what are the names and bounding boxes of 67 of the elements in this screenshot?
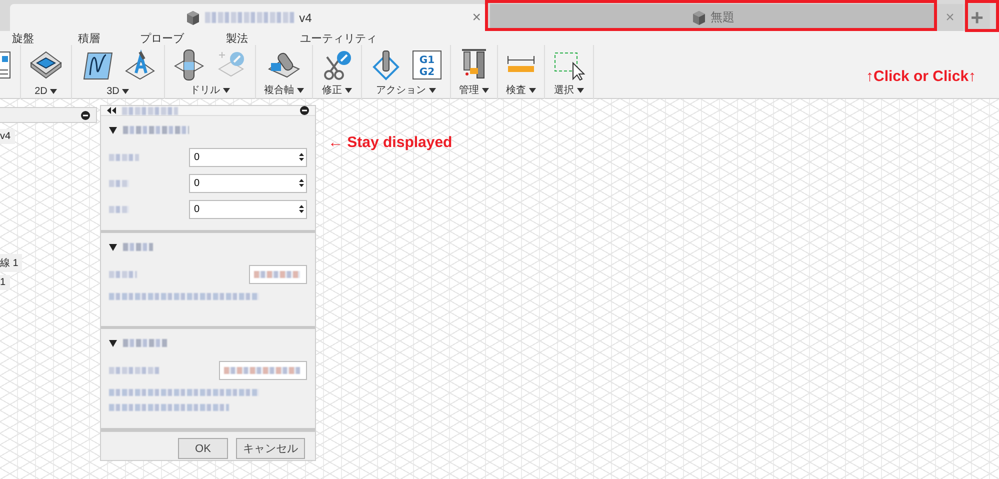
menu-tab[interactable]: 旋盤 (12, 30, 34, 46)
group-label[interactable]: 検査 (506, 83, 536, 97)
highlight-frame (965, 0, 999, 32)
browser-item[interactable]: 1 (0, 275, 10, 290)
menu-tab[interactable]: 積層 (78, 30, 100, 46)
spinner-arrows-icon[interactable] (299, 179, 306, 187)
blurred-text (109, 154, 139, 160)
engrave-icon[interactable] (124, 49, 156, 81)
group-label[interactable]: 選択 (554, 83, 584, 97)
caret-icon (577, 88, 584, 92)
input-field[interactable] (219, 360, 307, 380)
cancel-button[interactable]: キャンセル (236, 438, 305, 459)
spinner-arrows-icon[interactable] (299, 205, 306, 213)
drill-icon[interactable] (173, 48, 205, 82)
cube-icon (690, 10, 706, 26)
ok-button[interactable]: OK (178, 438, 228, 459)
annotation-text: ← Stay displayed (328, 134, 452, 151)
expanded-triangle-icon[interactable] (109, 340, 117, 346)
blurred-text (109, 366, 159, 374)
group-label[interactable]: 管理 (459, 83, 489, 97)
blurred-text (123, 126, 189, 134)
blurred-text (123, 243, 153, 251)
group-label[interactable]: 修正 (322, 83, 352, 97)
close-icon[interactable]: × (472, 9, 481, 26)
caret-icon (122, 89, 130, 94)
expanded-triangle-icon[interactable] (109, 126, 117, 134)
input-field[interactable]: 0 (189, 200, 307, 218)
caret-icon (345, 88, 352, 92)
browser-item[interactable]: v4 (0, 129, 15, 144)
gcode-icon[interactable]: G1 G2 (412, 50, 442, 80)
scissors-wrench-icon[interactable] (321, 49, 353, 81)
caret-icon (529, 88, 536, 92)
expanded-triangle-icon[interactable] (109, 244, 117, 250)
minus-circle-icon[interactable] (81, 111, 90, 120)
browser-item[interactable]: 線 1 (0, 254, 22, 272)
collapse-icon[interactable] (107, 107, 116, 114)
input-field[interactable]: 0 (189, 148, 307, 166)
pocket-icon[interactable] (29, 49, 63, 81)
menu-tab[interactable]: ユーティリティ (300, 30, 377, 46)
input-field[interactable]: 0 (189, 174, 307, 192)
group-label[interactable]: 複合軸 (264, 83, 304, 97)
caret-icon (297, 88, 304, 92)
tab-title: v4 (299, 10, 312, 24)
blurred-text (109, 270, 137, 278)
minus-circle-icon[interactable] (300, 106, 309, 115)
cube-icon (185, 10, 202, 26)
caret-icon (50, 89, 58, 94)
caret-icon (482, 88, 489, 92)
annotation-text: ↑Click or Click↑ (866, 68, 976, 85)
caret-icon (429, 88, 436, 92)
tab-title: 無題 (710, 9, 734, 26)
blurred-text (123, 339, 167, 347)
spinner-arrows-icon[interactable] (299, 153, 306, 161)
group-label[interactable]: ドリル (190, 83, 230, 97)
blurred-text (109, 180, 129, 186)
blurred-text (109, 206, 129, 212)
blurred-text (122, 106, 178, 114)
menu-tab[interactable]: プローブ (140, 30, 184, 46)
caret-icon (223, 88, 230, 92)
group-label[interactable]: 3D (106, 86, 130, 97)
input-field[interactable] (249, 264, 307, 284)
document-tab[interactable]: v4 × (10, 4, 487, 31)
blurred-text (254, 270, 300, 278)
group-label[interactable]: アクション (376, 83, 436, 97)
toolpath-icon[interactable] (370, 49, 402, 81)
menu-tab[interactable]: 製法 (226, 30, 248, 46)
group-label[interactable]: 2D (34, 86, 58, 97)
